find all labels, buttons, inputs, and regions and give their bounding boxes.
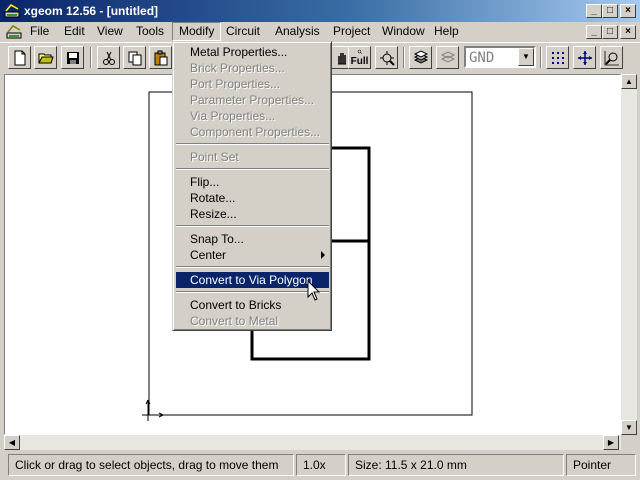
menu-brick-properties[interactable]: Brick Properties...: [176, 60, 329, 76]
menu-snap-to[interactable]: Snap To...: [176, 231, 329, 247]
close-icon: ×: [625, 26, 631, 37]
document-system-menu-icon[interactable]: [6, 24, 22, 40]
menu-parameter-properties[interactable]: Parameter Properties...: [176, 92, 329, 108]
menu-separator: [176, 143, 329, 145]
layer-select-value: GND: [469, 50, 495, 66]
maximize-icon: □: [606, 5, 614, 16]
status-mode: Pointer: [566, 454, 636, 476]
open-folder-icon: [37, 53, 54, 63]
new-file-icon: [14, 50, 25, 65]
toolbar-separator: [540, 47, 542, 68]
save-button[interactable]: [61, 46, 84, 69]
status-hint: Click or drag to select objects, drag to…: [8, 454, 294, 476]
menu-window[interactable]: Window: [376, 22, 431, 41]
minimize-icon: _: [591, 26, 597, 37]
title-bar: xgeom 12.56 - [untitled] _ □ ×: [0, 0, 640, 22]
status-zoom: 1.0x: [296, 454, 346, 476]
copy-icon: [128, 51, 141, 65]
menu-via-properties[interactable]: Via Properties...: [176, 108, 329, 124]
menu-bar: File Edit View Tools Modify Circuit Anal…: [0, 22, 640, 42]
scroll-up-arrow-icon[interactable]: ▲: [621, 74, 637, 89]
maximize-button[interactable]: □: [602, 4, 618, 18]
layer-mesh-icon: [440, 50, 455, 63]
menu-tools[interactable]: Tools: [130, 22, 170, 41]
layer-stack-button[interactable]: [409, 46, 432, 69]
origin-marker-icon: [142, 399, 164, 421]
menu-separator: [176, 225, 329, 227]
status-bar: Click or drag to select objects, drag to…: [0, 451, 640, 480]
submenu-arrow-icon: [321, 251, 325, 259]
scissors-icon: [102, 51, 115, 65]
minimize-icon: _: [591, 5, 597, 16]
menu-project[interactable]: Project: [327, 22, 376, 41]
layer-stack-icon: [413, 49, 428, 64]
scroll-down-arrow-icon[interactable]: ▼: [621, 420, 637, 435]
vertical-scrollbar[interactable]: ▲ ▼: [621, 74, 637, 435]
save-disk-icon: [66, 51, 79, 64]
scroll-right-arrow-icon[interactable]: ▶: [603, 435, 619, 450]
zoom-fit-button[interactable]: [375, 46, 398, 69]
menu-analysis[interactable]: Analysis: [269, 22, 326, 41]
menu-help[interactable]: Help: [428, 22, 465, 41]
grid-button[interactable]: [546, 46, 569, 69]
menu-port-properties[interactable]: Port Properties...: [176, 76, 329, 92]
close-icon: ×: [625, 5, 631, 16]
move-arrows-icon: [577, 50, 592, 65]
zoom-full-label: Full: [350, 56, 369, 67]
zoom-magnifier-icon: [604, 50, 619, 65]
menu-point-set[interactable]: Point Set: [176, 149, 329, 165]
menu-resize[interactable]: Resize...: [176, 206, 329, 222]
open-file-button[interactable]: [34, 46, 57, 69]
menu-separator: [176, 168, 329, 170]
menu-file[interactable]: File: [24, 22, 55, 41]
menu-component-properties[interactable]: Component Properties...: [176, 124, 329, 140]
layer-select[interactable]: GND ▼: [464, 46, 536, 68]
window-title: xgeom 12.56 - [untitled]: [24, 4, 159, 18]
mouse-pointer-icon: [307, 280, 321, 301]
new-file-button[interactable]: [8, 46, 31, 69]
paste-clipboard-icon: [154, 50, 167, 65]
metal-polygon-upper[interactable]: [331, 146, 371, 243]
menu-rotate[interactable]: Rotate...: [176, 190, 329, 206]
copy-button[interactable]: [123, 46, 146, 69]
zoom-button[interactable]: [600, 46, 623, 69]
menu-convert-to-metal[interactable]: Convert to Metal: [176, 313, 329, 329]
menu-view[interactable]: View: [91, 22, 129, 41]
menu-flip[interactable]: Flip...: [176, 174, 329, 190]
menu-modify[interactable]: Modify: [172, 22, 222, 41]
menu-center-label: Center: [190, 248, 227, 262]
restore-icon: □: [606, 26, 614, 37]
menu-metal-properties[interactable]: Metal Properties...: [176, 44, 329, 60]
document-close-button[interactable]: ×: [620, 25, 636, 39]
close-button[interactable]: ×: [620, 4, 636, 18]
chevron-down-icon[interactable]: ▼: [518, 48, 534, 66]
grid-dots-icon: [551, 51, 564, 64]
zoom-fit-icon: [379, 50, 395, 66]
zoom-full-button[interactable]: Full: [348, 46, 371, 69]
minimize-button[interactable]: _: [586, 4, 602, 18]
toolbar-separator: [90, 47, 92, 68]
menu-center[interactable]: Center: [176, 247, 329, 263]
xgeom-app-icon[interactable]: [4, 3, 20, 19]
toolbar-separator: [403, 47, 405, 68]
menu-separator: [176, 266, 329, 268]
horizontal-scrollbar[interactable]: ◀ ▶: [4, 435, 621, 450]
cut-button[interactable]: [97, 46, 120, 69]
menu-circuit[interactable]: Circuit: [220, 22, 266, 41]
menu-edit[interactable]: Edit: [58, 22, 91, 41]
scroll-left-arrow-icon[interactable]: ◀: [4, 435, 20, 450]
status-size: Size: 11.5 x 21.0 mm: [348, 454, 564, 476]
document-minimize-button[interactable]: _: [586, 25, 602, 39]
pan-button[interactable]: [573, 46, 596, 69]
document-restore-button[interactable]: □: [602, 25, 618, 39]
paste-button[interactable]: [149, 46, 172, 69]
layer-mesh-button[interactable]: [436, 46, 459, 69]
